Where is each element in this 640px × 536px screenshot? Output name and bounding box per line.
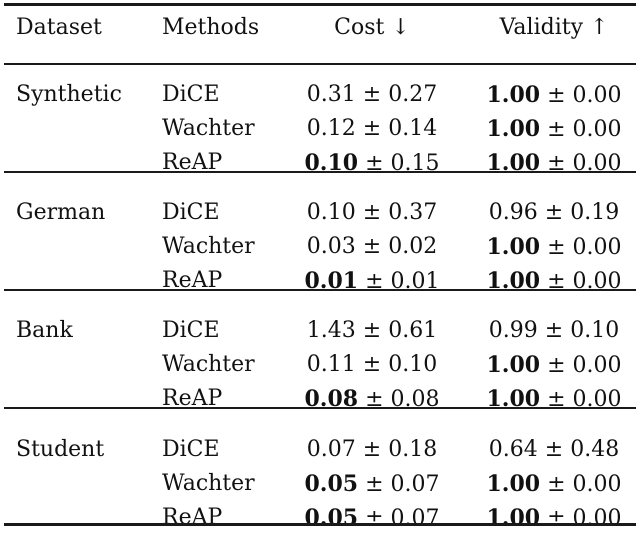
method-cell: Wachter [162, 352, 255, 377]
cost-cell: 0.08 ± 0.08 [272, 382, 472, 417]
validity-mean: 0.96 [488, 200, 538, 225]
cost-std: ± 0.14 [362, 116, 438, 141]
cost-mean: 0.07 [306, 437, 356, 462]
cost-std: ± 0.07 [365, 506, 440, 531]
table-row: ReAP 0.10 ± 0.15 1.00 ± 0.00 [4, 146, 636, 180]
validity-std: ± 0.00 [547, 506, 622, 531]
cost-std: ± 0.61 [362, 318, 438, 343]
validity-cell: 1.00 ± 0.00 [472, 382, 636, 417]
validity-mean: 1.00 [486, 352, 541, 378]
header-cost: Cost ↓ [334, 15, 410, 40]
table-row: Wachter 0.05 ± 0.07 1.00 ± 0.00 [4, 467, 636, 501]
table-row: ReAP 0.05 ± 0.07 1.00 ± 0.00 [4, 501, 636, 535]
cost-mean: 0.11 [306, 352, 356, 377]
table-row: Student DiCE 0.07 ± 0.18 0.64 ± 0.48 [4, 433, 636, 467]
cost-std: ± 0.02 [362, 234, 438, 259]
cost-cell: 0.05 ± 0.07 [272, 467, 472, 502]
validity-std: ± 0.00 [547, 235, 622, 260]
cost-mean: 0.05 [304, 505, 359, 531]
method-cell: Wachter [162, 116, 255, 141]
method-cell: DiCE [162, 82, 220, 107]
validity-std: ± 0.00 [547, 472, 622, 497]
table-row: Wachter 0.11 ± 0.10 1.00 ± 0.00 [4, 348, 636, 382]
cost-std: ± 0.37 [362, 200, 438, 225]
method-cell: DiCE [162, 437, 220, 462]
dataset-cell: Student [16, 437, 105, 462]
table-row: Wachter 0.12 ± 0.14 1.00 ± 0.00 [4, 112, 636, 146]
dataset-cell: Synthetic [16, 82, 122, 107]
validity-std: ± 0.19 [544, 200, 620, 225]
table-row: ReAP 0.08 ± 0.08 1.00 ± 0.00 [4, 382, 636, 416]
header-rule [4, 63, 636, 65]
method-cell: ReAP [162, 505, 223, 530]
validity-mean: 1.00 [486, 234, 541, 260]
cost-mean: 0.05 [304, 471, 359, 497]
cost-mean: 0.31 [306, 82, 356, 107]
cost-std: ± 0.27 [362, 82, 438, 107]
cost-cell: 0.11 ± 0.10 [272, 348, 472, 382]
table-row: Bank DiCE 1.43 ± 0.61 0.99 ± 0.10 [4, 314, 636, 348]
validity-cell: 0.99 ± 0.10 [472, 314, 636, 348]
validity-cell: 0.64 ± 0.48 [472, 433, 636, 467]
method-cell: Wachter [162, 471, 255, 496]
top-rule [4, 3, 636, 6]
header-dataset: Dataset [16, 15, 102, 40]
validity-std: ± 0.00 [547, 117, 622, 142]
group-rule [4, 289, 636, 291]
cost-std: ± 0.18 [362, 437, 438, 462]
cost-cell: 0.07 ± 0.18 [272, 433, 472, 467]
cost-mean: 0.03 [306, 234, 356, 259]
header-methods: Methods [162, 15, 260, 40]
validity-mean: 1.00 [486, 82, 541, 108]
cost-std: ± 0.10 [362, 352, 438, 377]
cost-cell: 0.05 ± 0.07 [272, 501, 472, 536]
header-row: Dataset Methods Cost ↓ Validity ↑ [4, 11, 636, 45]
header-validity: Validity ↑ [499, 15, 609, 40]
table-row: German DiCE 0.10 ± 0.37 0.96 ± 0.19 [4, 196, 636, 230]
validity-mean: 1.00 [486, 505, 541, 531]
table-row: ReAP 0.01 ± 0.01 1.00 ± 0.00 [4, 264, 636, 298]
validity-cell: 1.00 ± 0.00 [472, 230, 636, 265]
cost-cell: 0.12 ± 0.14 [272, 112, 472, 146]
method-cell: DiCE [162, 318, 220, 343]
cost-mean: 1.43 [306, 318, 356, 343]
cost-cell: 0.03 ± 0.02 [272, 230, 472, 264]
validity-cell: 1.00 ± 0.00 [472, 501, 636, 536]
validity-std: ± 0.10 [544, 318, 620, 343]
table-row: Synthetic DiCE 0.31 ± 0.27 1.00 ± 0.00 [4, 78, 636, 112]
method-cell: ReAP [162, 386, 223, 411]
cost-mean: 0.10 [306, 200, 356, 225]
cost-cell: 0.31 ± 0.27 [272, 78, 472, 112]
validity-cell: 0.96 ± 0.19 [472, 196, 636, 230]
validity-cell: 1.00 ± 0.00 [472, 78, 636, 113]
validity-cell: 1.00 ± 0.00 [472, 146, 636, 181]
method-cell: ReAP [162, 268, 223, 293]
validity-cell: 1.00 ± 0.00 [472, 264, 636, 299]
validity-std: ± 0.00 [547, 353, 622, 378]
validity-mean: 0.99 [488, 318, 538, 343]
validity-std: ± 0.00 [547, 83, 622, 108]
validity-cell: 1.00 ± 0.00 [472, 467, 636, 502]
method-cell: Wachter [162, 234, 255, 259]
cost-cell: 1.43 ± 0.61 [272, 314, 472, 348]
cost-cell: 0.01 ± 0.01 [272, 264, 472, 299]
method-cell: DiCE [162, 200, 220, 225]
validity-mean: 1.00 [486, 471, 541, 497]
group-rule [4, 407, 636, 409]
group-rule [4, 171, 636, 173]
table-row: Wachter 0.03 ± 0.02 1.00 ± 0.00 [4, 230, 636, 264]
validity-mean: 1.00 [486, 116, 541, 142]
validity-mean: 0.64 [488, 437, 538, 462]
validity-std: ± 0.48 [544, 437, 620, 462]
validity-cell: 1.00 ± 0.00 [472, 112, 636, 147]
dataset-cell: German [16, 200, 106, 225]
validity-cell: 1.00 ± 0.00 [472, 348, 636, 383]
cost-cell: 0.10 ± 0.15 [272, 146, 472, 181]
dataset-cell: Bank [16, 318, 73, 343]
cost-cell: 0.10 ± 0.37 [272, 196, 472, 230]
cost-mean: 0.12 [306, 116, 356, 141]
cost-std: ± 0.07 [365, 472, 440, 497]
method-cell: ReAP [162, 150, 223, 175]
